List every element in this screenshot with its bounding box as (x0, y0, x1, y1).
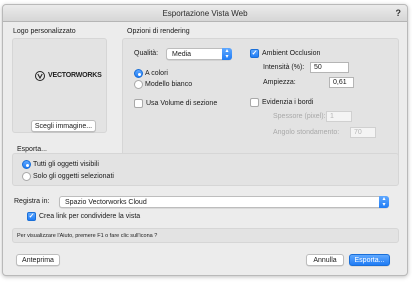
quality-select[interactable]: Media ▴ ▾ (166, 48, 232, 60)
export-button[interactable]: Esporta... (349, 254, 390, 266)
vectorworks-logo: VECTORWORKS (35, 71, 102, 83)
render-options-label: Opzioni di rendering (127, 28, 190, 35)
logo-section-label: Logo personalizzato (13, 28, 76, 35)
highlight-edges-checkbox[interactable] (250, 98, 259, 107)
smoothing-angle-field[interactable]: 70 (350, 127, 376, 138)
use-section-volume-checkbox[interactable] (134, 99, 143, 108)
chevron-updown-icon: ▴ ▾ (379, 196, 389, 208)
cancel-button[interactable]: Annulla (306, 254, 344, 266)
radio-white-model[interactable] (134, 80, 143, 89)
radio-white-model-label: Modello bianco (145, 81, 193, 88)
ambient-occlusion-checkbox[interactable]: ✓ (250, 49, 259, 58)
width-field[interactable]: 0,61 (329, 77, 354, 88)
smoothing-angle-label: Angolo stondamento: (273, 129, 340, 136)
register-value: Spazio Vectorworks Cloud (65, 199, 147, 206)
export-dialog: Esportazione Vista Web ? Logo personaliz… (2, 4, 408, 276)
vectorworks-logo-icon (35, 71, 45, 81)
title-bar: Esportazione Vista Web ? (3, 5, 407, 22)
width-label: Ampiezza: (263, 79, 296, 86)
export-section-label: Esporta... (17, 146, 47, 153)
help-text: Per visualizzare l'Aiuto, premere F1 o f… (17, 233, 158, 239)
thickness-field[interactable]: 1 (326, 111, 352, 122)
radio-all-visible[interactable] (22, 160, 31, 169)
radio-only-selected-label: Solo gli oggetti selezionati (33, 173, 114, 180)
share-link-checkbox[interactable]: ✓ (27, 212, 36, 221)
radio-all-visible-label: Tutti gli oggetti visibili (33, 161, 99, 168)
intensity-field[interactable]: 50 (310, 62, 349, 73)
radio-only-selected[interactable] (22, 172, 31, 181)
export-panel: Tutti gli oggetti visibili Solo gli ogge… (12, 153, 399, 186)
register-label: Registra in: (14, 198, 50, 205)
radio-color-label: A colori (145, 70, 168, 77)
dialog-title: Esportazione Vista Web (162, 9, 248, 18)
logo-panel: VECTORWORKS Scegli immagine... (12, 38, 107, 133)
radio-color[interactable] (134, 69, 143, 78)
quality-value: Media (172, 51, 192, 58)
share-link-label: Crea link per condividere la vista (39, 213, 141, 220)
render-options-panel: Qualità: Media ▴ ▾ A colori Modello bianc… (122, 38, 399, 167)
use-section-volume-label: Usa Volume di sezione (146, 100, 218, 107)
vectorworks-logo-text: VECTORWORKS (48, 72, 102, 79)
ambient-occlusion-label: Ambient Occlusion (262, 50, 321, 57)
preview-button[interactable]: Anteprima (16, 254, 60, 266)
choose-image-button[interactable]: Scegli immagine... (31, 120, 96, 132)
thickness-label: Spessore (pixel): (273, 113, 326, 120)
highlight-edges-label: Evidenzia i bordi (262, 99, 314, 106)
quality-label: Qualità: (134, 50, 159, 57)
help-icon[interactable]: ? (396, 8, 402, 18)
chevron-updown-icon: ▴ ▾ (222, 48, 232, 60)
register-select[interactable]: Spazio Vectorworks Cloud ▴ ▾ (59, 196, 389, 208)
intensity-label: Intensità (%): (263, 64, 305, 71)
help-bar: Per visualizzare l'Aiuto, premere F1 o f… (12, 228, 399, 243)
